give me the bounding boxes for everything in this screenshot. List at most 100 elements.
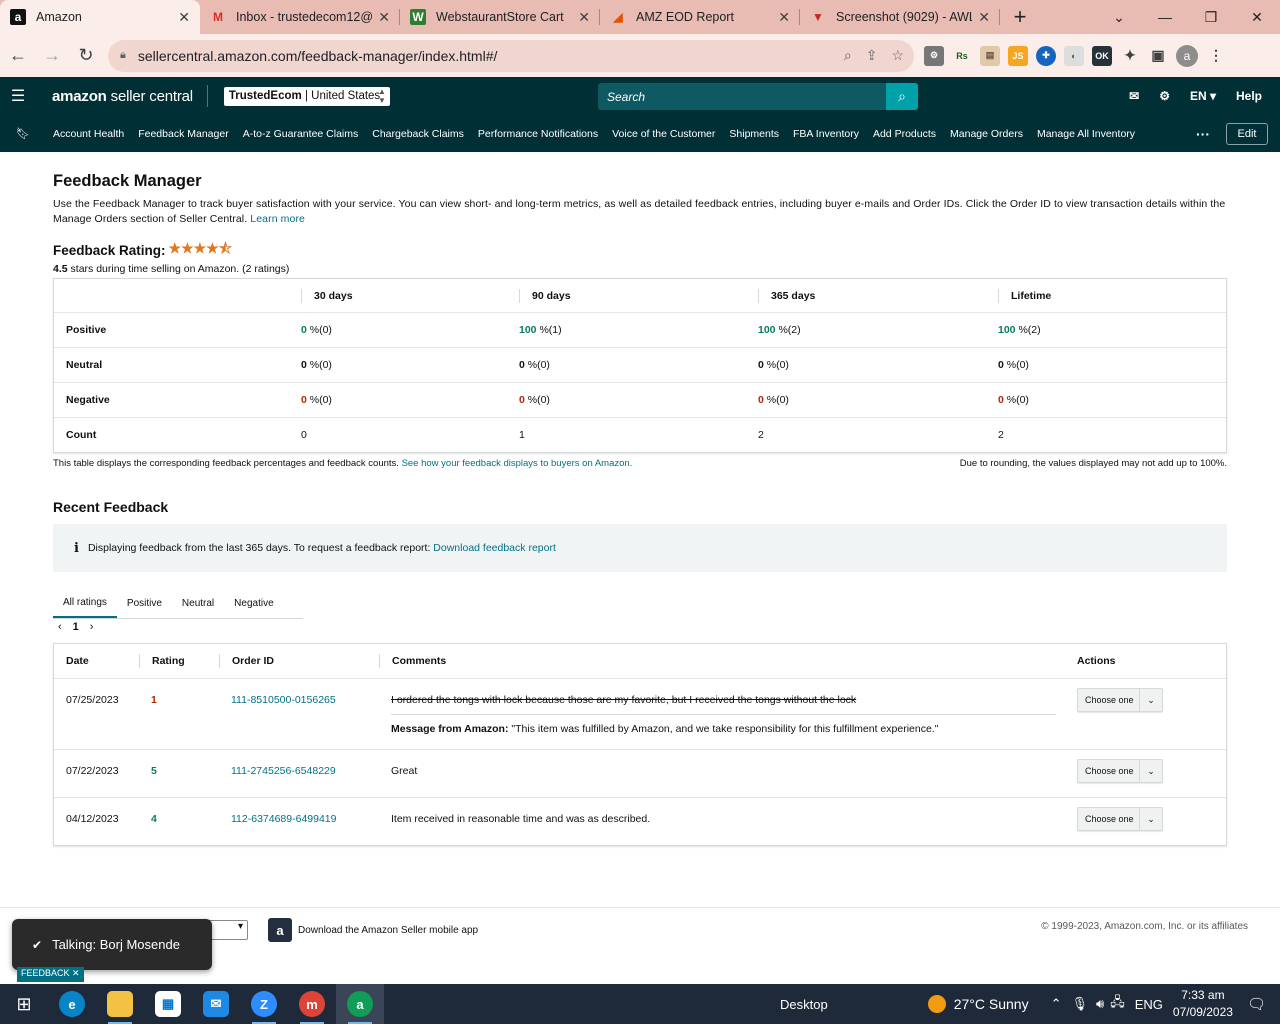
action-dropdown[interactable]: Choose one ⌄ xyxy=(1077,807,1163,831)
metrics-count: 1 xyxy=(519,429,525,441)
zoom-icon[interactable]: ⌕ xyxy=(844,47,852,64)
extensions-puzzle-icon[interactable]: ✦ xyxy=(1120,46,1140,66)
browser-tab[interactable]: M Inbox - trustedecom12@g ✕ xyxy=(200,0,400,34)
tab-close-icon[interactable]: ✕ xyxy=(778,9,790,26)
explorer-taskbar-icon[interactable] xyxy=(96,984,144,1024)
mail-taskbar-icon[interactable]: ✉ xyxy=(192,984,240,1024)
metrics-note: This table displays the corresponding fe… xyxy=(53,458,1227,469)
input-language[interactable]: ENG xyxy=(1135,997,1163,1012)
mail-icon[interactable]: ✉ xyxy=(1129,89,1139,103)
metrics-count: %(0) xyxy=(524,359,550,371)
nav-item[interactable]: Add Products xyxy=(873,128,936,140)
extension-grey-icon[interactable]: ◐ xyxy=(1064,45,1084,66)
action-dropdown[interactable]: Choose one ⌄ xyxy=(1077,688,1163,712)
edge-taskbar-icon[interactable]: e xyxy=(48,984,96,1024)
settings-gear-icon[interactable]: ⚙ xyxy=(1159,89,1170,103)
tab-close-icon[interactable]: ✕ xyxy=(378,9,390,26)
minimize-button[interactable]: — xyxy=(1142,0,1188,34)
learn-more-link[interactable]: Learn more xyxy=(250,213,305,225)
tab-close-icon[interactable]: ✕ xyxy=(578,9,590,26)
browser-tab[interactable]: ◢ AMZ EOD Report ✕ xyxy=(600,0,800,34)
start-button[interactable]: ⊞ xyxy=(0,984,48,1024)
nav-item[interactable]: Manage All Inventory xyxy=(1037,128,1135,140)
nav-more-icon[interactable]: ··· xyxy=(1196,126,1210,142)
desktop-toolbar[interactable]: Desktop xyxy=(780,997,828,1012)
filter-tab[interactable]: Neutral xyxy=(172,589,224,618)
network-icon[interactable]: 🖧 xyxy=(1110,993,1125,1015)
zoom-taskbar-icon[interactable]: Z xyxy=(240,984,288,1024)
back-button[interactable]: ← xyxy=(2,40,34,72)
extension-js-icon[interactable]: JS xyxy=(1008,45,1028,66)
side-panel-icon[interactable]: ▣ xyxy=(1148,46,1168,66)
bookmark-star-icon[interactable]: ☆ xyxy=(891,47,904,64)
close-window-button[interactable]: ✕ xyxy=(1234,0,1280,34)
nav-item[interactable]: Voice of the Customer xyxy=(612,128,715,140)
chrome-m-taskbar-icon[interactable]: m xyxy=(288,984,336,1024)
hamburger-menu-icon[interactable]: ☰ xyxy=(0,86,36,106)
browser-tab[interactable]: ▼ Screenshot (9029) - AWL ✕ xyxy=(800,0,1000,34)
new-tab-button[interactable]: + xyxy=(1000,0,1040,34)
browser-tab[interactable]: a Amazon ✕ xyxy=(0,0,200,34)
order-id-link[interactable]: 112-6374689-6499419 xyxy=(219,812,379,831)
tray-chevron-icon[interactable]: ⌃ xyxy=(1051,996,1062,1012)
nav-item[interactable]: Shipments xyxy=(729,128,779,140)
browser-tab[interactable]: W WebstaurantStore Cart ✕ xyxy=(400,0,600,34)
restore-button[interactable]: ❐ xyxy=(1188,0,1234,34)
mobile-app-link[interactable]: a Download the Amazon Seller mobile app xyxy=(268,918,478,942)
weather-widget[interactable]: 27°C Sunny xyxy=(927,995,1029,1013)
nav-item[interactable]: Account Health xyxy=(53,128,124,140)
extension-amz-icon[interactable]: ▤ xyxy=(980,45,1000,66)
search-button[interactable]: ⌕ xyxy=(886,83,918,110)
chrome-a-taskbar-icon[interactable]: a xyxy=(336,984,384,1024)
tab-close-icon[interactable]: ✕ xyxy=(978,9,990,26)
prev-page-icon[interactable]: ‹ xyxy=(58,621,62,633)
microphone-icon[interactable]: 🎙︎ xyxy=(1072,996,1089,1012)
share-icon[interactable]: ⇪ xyxy=(866,47,878,64)
notifications-icon[interactable]: 🗨︎ xyxy=(1247,995,1266,1013)
tab-close-icon[interactable]: ✕ xyxy=(178,9,190,26)
help-link[interactable]: Help xyxy=(1236,89,1262,103)
feedback-display-link[interactable]: See how your feedback displays to buyers… xyxy=(402,458,633,469)
nav-item[interactable]: Manage Orders xyxy=(950,128,1023,140)
tab-search-icon[interactable]: ⌄ xyxy=(1096,0,1142,34)
download-report-link[interactable]: Download feedback report xyxy=(433,542,556,554)
store-taskbar-icon[interactable]: ▦ xyxy=(144,984,192,1024)
reload-button[interactable]: ↻ xyxy=(70,40,102,72)
extension-blue-icon[interactable]: ✚ xyxy=(1036,45,1056,66)
search-input[interactable]: Search xyxy=(598,83,886,110)
filter-tab[interactable]: Negative xyxy=(224,589,283,618)
extension-off-icon[interactable]: ⚙ xyxy=(924,45,944,66)
next-page-icon[interactable]: › xyxy=(90,621,94,633)
nav-item[interactable]: Performance Notifications xyxy=(478,128,598,140)
nav-item[interactable]: FBA Inventory xyxy=(793,128,859,140)
nav-edit-button[interactable]: Edit xyxy=(1226,123,1268,145)
profile-avatar[interactable]: a xyxy=(1176,44,1198,67)
intro-text: Use the Feedback Manager to track buyer … xyxy=(53,197,1227,227)
filter-tab[interactable]: Positive xyxy=(117,589,172,618)
browser-menu-icon[interactable]: ⋮ xyxy=(1206,46,1226,66)
talking-indicator[interactable]: ✔ Talking: Borj Mosende xyxy=(12,919,212,970)
order-id-link[interactable]: 111-8510500-0156265 xyxy=(219,693,379,735)
header-right: ✉ ⚙ EN ▾ Help xyxy=(1129,77,1262,115)
forward-button[interactable]: → xyxy=(36,40,68,72)
extension-ok-icon[interactable]: OK xyxy=(1092,45,1112,66)
order-id-link[interactable]: 111-2745256-6548229 xyxy=(219,764,379,783)
extension-rs-icon[interactable]: Rs xyxy=(952,46,972,66)
filter-tab[interactable]: All ratings xyxy=(53,589,117,618)
nav-item[interactable]: A-to-z Guarantee Claims xyxy=(243,128,359,140)
feedback-tab[interactable]: FEEDBACK ✕ xyxy=(17,967,84,982)
language-selector[interactable]: EN ▾ xyxy=(1190,89,1216,103)
account-region: United States xyxy=(311,90,381,102)
bookmark-icon[interactable]: 🔖︎ xyxy=(0,127,40,140)
nav-item[interactable]: Chargeback Claims xyxy=(372,128,464,140)
feedback-rating: 5 xyxy=(151,765,157,777)
volume-icon[interactable]: 🔊︎ xyxy=(1096,996,1104,1012)
page-number[interactable]: 1 xyxy=(73,621,79,633)
nav-item[interactable]: Feedback Manager xyxy=(138,128,228,140)
clock[interactable]: 7:33 am 07/09/2023 xyxy=(1173,987,1233,1021)
metrics-percent: 100 xyxy=(758,324,776,336)
address-bar[interactable]: 🔒︎ sellercentral.amazon.com/feedback-man… xyxy=(108,39,914,72)
account-selector[interactable]: TrustedEcom | United States ▲ ▼ xyxy=(223,86,390,106)
action-dropdown[interactable]: Choose one ⌄ xyxy=(1077,759,1163,783)
seller-central-logo[interactable]: amazon seller central xyxy=(36,85,208,107)
